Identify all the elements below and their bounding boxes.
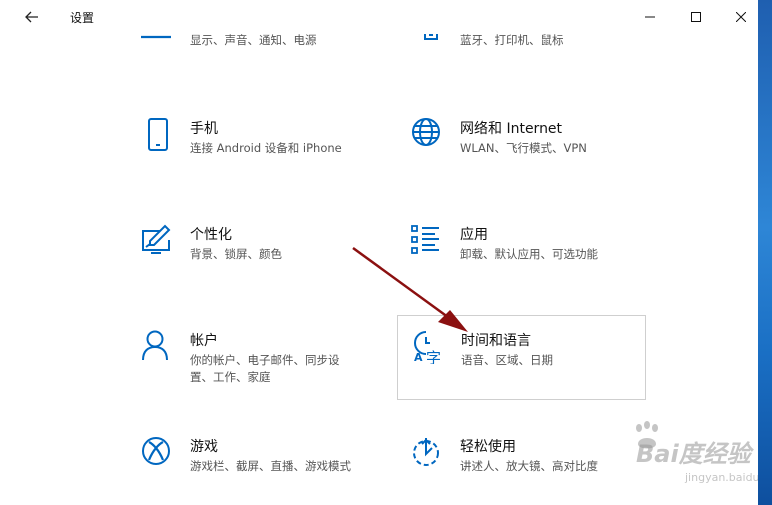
tile-personalization-desc: 背景、锁屏、颜色 bbox=[190, 247, 282, 261]
tile-apps[interactable]: 应用 卸载、默认应用、可选功能 bbox=[411, 224, 661, 308]
watermark-text: Bai度经验 bbox=[636, 440, 751, 468]
tile-ease-of-access-title: 轻松使用 bbox=[460, 439, 516, 455]
tile-accounts-title: 帐户 bbox=[190, 333, 218, 349]
keyboard-icon bbox=[424, 34, 438, 40]
svg-text:字: 字 bbox=[426, 349, 441, 364]
tile-network[interactable]: 网络和 Internet WLAN、飞行模式、VPN bbox=[411, 118, 661, 202]
tile-time-language[interactable]: A 字 时间和语言 语音、区域、日期 bbox=[397, 315, 646, 400]
tile-personalization-title: 个性化 bbox=[190, 227, 232, 243]
tile-gaming-desc: 游戏栏、截屏、直播、游戏模式 bbox=[190, 459, 351, 473]
minimize-button[interactable] bbox=[627, 0, 673, 34]
desktop-background bbox=[758, 0, 772, 505]
tile-accounts-desc: 你的帐户、电子邮件、同步设置、工作、家庭 bbox=[190, 353, 340, 384]
window-title: 设置 bbox=[70, 11, 95, 25]
time-language-icon: A 字 bbox=[414, 331, 441, 364]
tile-personalization[interactable]: 个性化 背景、锁屏、颜色 bbox=[141, 224, 391, 308]
apps-list-icon bbox=[411, 225, 439, 254]
tile-devices[interactable]: 蓝牙、打印机、鼠标 bbox=[411, 34, 661, 84]
xbox-icon bbox=[142, 437, 170, 465]
svg-text:A: A bbox=[414, 351, 423, 364]
tile-apps-title: 应用 bbox=[460, 227, 488, 243]
title-bar: 设置 bbox=[0, 0, 758, 34]
display-icon bbox=[141, 35, 171, 39]
tile-phone-desc: 连接 Android 设备和 iPhone bbox=[190, 141, 342, 155]
paint-icon bbox=[142, 224, 171, 254]
ease-of-access-icon bbox=[413, 438, 439, 466]
tile-time-language-desc: 语音、区域、日期 bbox=[461, 353, 553, 367]
close-icon bbox=[736, 12, 746, 22]
minimize-icon bbox=[645, 16, 655, 18]
arrow-left-icon bbox=[25, 11, 38, 23]
tile-phone[interactable]: 手机 连接 Android 设备和 iPhone bbox=[141, 118, 391, 202]
tile-network-title: 网络和 Internet bbox=[460, 121, 563, 137]
tile-gaming-title: 游戏 bbox=[190, 439, 218, 455]
maximize-icon bbox=[691, 12, 701, 22]
tile-devices-desc: 蓝牙、打印机、鼠标 bbox=[460, 34, 564, 47]
tile-accounts[interactable]: 帐户 你的帐户、电子邮件、同步设置、工作、家庭 bbox=[141, 330, 391, 414]
tile-apps-desc: 卸载、默认应用、可选功能 bbox=[460, 247, 598, 261]
tile-network-desc: WLAN、飞行模式、VPN bbox=[460, 141, 587, 155]
settings-window: 设置 显示、声音、通知、电源 蓝牙、打印机、鼠标 手机 连接 Android 设… bbox=[0, 0, 772, 505]
back-button[interactable] bbox=[16, 6, 48, 28]
baidu-watermark: Bai度经验 jingyan.baidu.com bbox=[590, 416, 772, 496]
tile-phone-title: 手机 bbox=[190, 121, 218, 137]
tile-system-desc: 显示、声音、通知、电源 bbox=[190, 34, 317, 47]
tile-system[interactable]: 显示、声音、通知、电源 bbox=[141, 34, 391, 84]
tile-time-language-title: 时间和语言 bbox=[461, 333, 531, 349]
maximize-button[interactable] bbox=[673, 0, 719, 34]
phone-icon bbox=[148, 118, 168, 151]
person-icon bbox=[142, 330, 168, 361]
tile-gaming[interactable]: 游戏 游戏栏、截屏、直播、游戏模式 bbox=[141, 436, 391, 505]
globe-icon bbox=[412, 118, 440, 146]
